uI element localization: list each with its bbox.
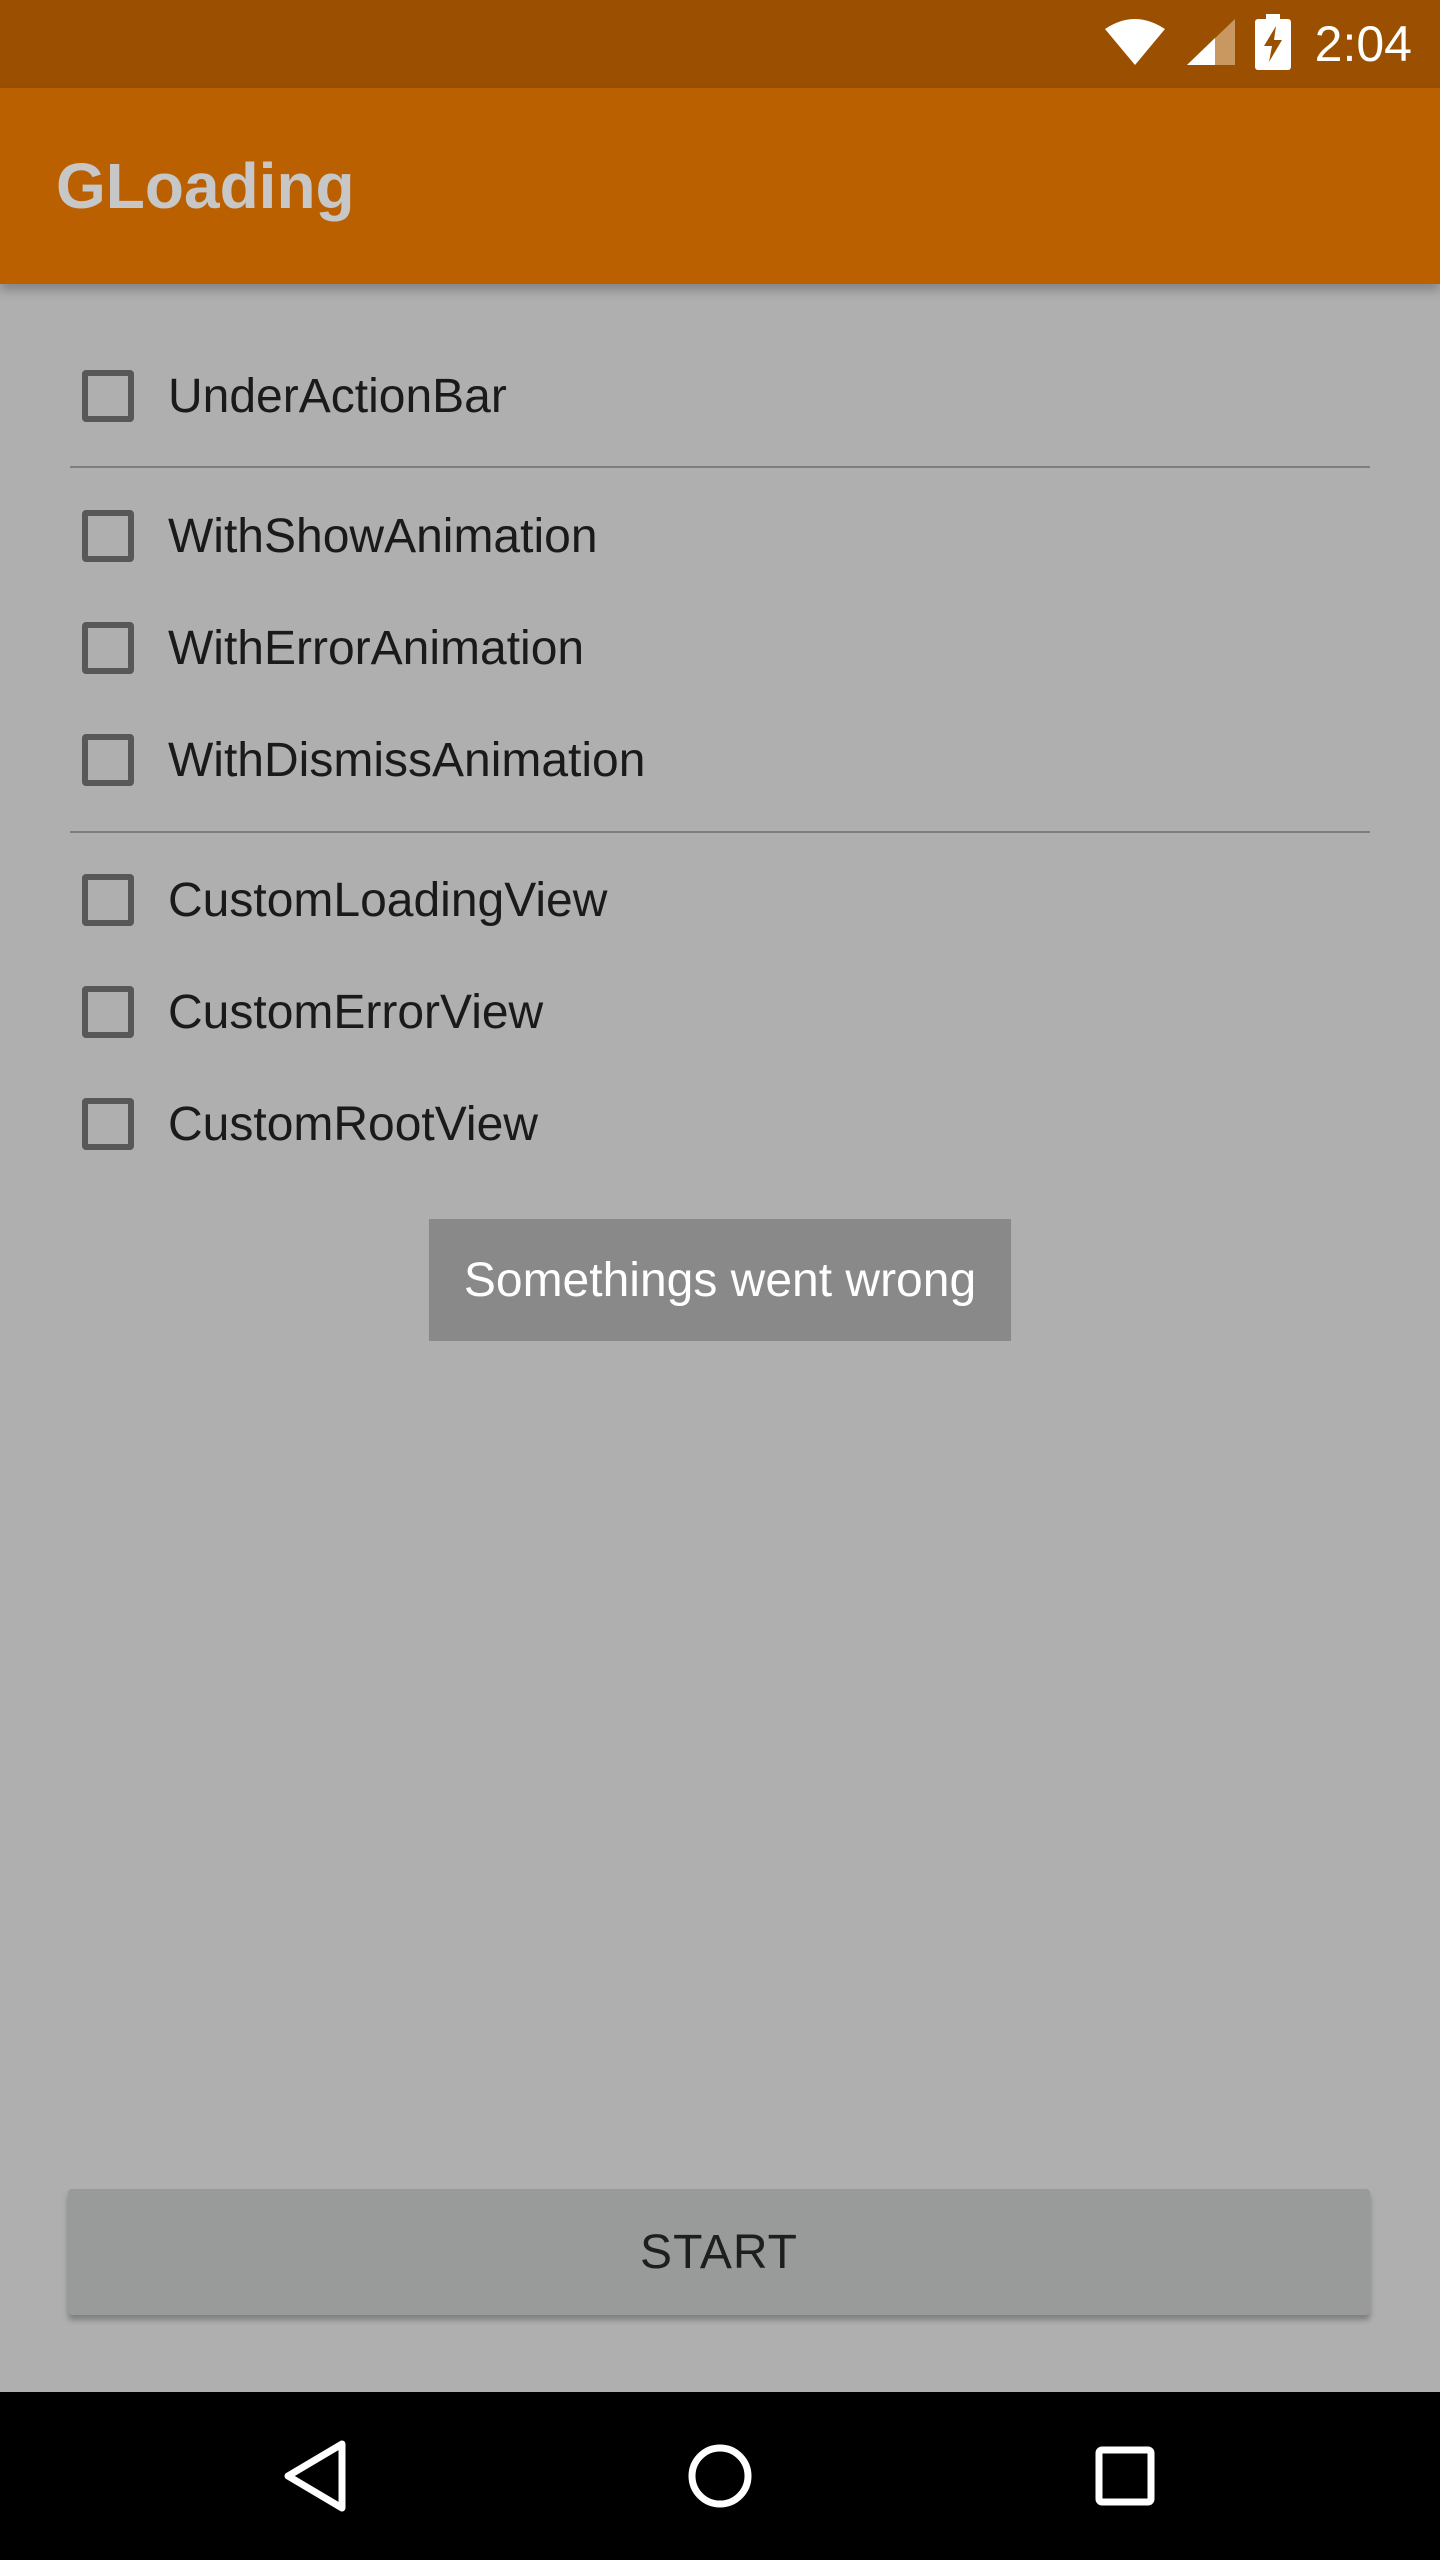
status-icons: 2:04 xyxy=(1103,0,1412,88)
option-label: WithErrorAnimation xyxy=(168,621,585,675)
screen: 2:04 GLoading UnderActionBar WithShowAni… xyxy=(0,0,1440,2560)
home-icon[interactable] xyxy=(670,2426,770,2526)
checkbox[interactable] xyxy=(82,510,134,562)
toolbar-title: GLoading xyxy=(56,150,355,222)
wifi-icon xyxy=(1103,17,1167,72)
option-under-action-bar[interactable]: UnderActionBar xyxy=(70,340,1370,452)
divider xyxy=(70,466,1370,468)
status-time: 2:04 xyxy=(1314,16,1412,72)
option-custom-error-view[interactable]: CustomErrorView xyxy=(70,956,1370,1068)
nav-bar xyxy=(0,2392,1440,2560)
checkbox[interactable] xyxy=(82,622,134,674)
back-icon[interactable] xyxy=(265,2426,365,2526)
checkbox[interactable] xyxy=(82,370,134,422)
option-label: CustomLoadingView xyxy=(168,873,608,927)
option-custom-root-view[interactable]: CustomRootView xyxy=(70,1068,1370,1180)
checkbox[interactable] xyxy=(82,1098,134,1150)
option-custom-loading-view[interactable]: CustomLoadingView xyxy=(70,844,1370,956)
option-label: CustomRootView xyxy=(168,1097,538,1151)
option-with-dismiss-animation[interactable]: WithDismissAnimation xyxy=(70,704,1370,816)
option-label: CustomErrorView xyxy=(168,985,544,1039)
divider xyxy=(70,831,1370,833)
option-with-show-animation[interactable]: WithShowAnimation xyxy=(70,480,1370,592)
checkbox[interactable] xyxy=(82,874,134,926)
option-label: WithShowAnimation xyxy=(168,509,598,563)
status-bar: 2:04 xyxy=(0,0,1440,88)
checkbox[interactable] xyxy=(82,986,134,1038)
battery-charging-icon xyxy=(1254,13,1291,75)
toast-message: Somethings went wrong xyxy=(429,1219,1011,1341)
option-label: WithDismissAnimation xyxy=(168,733,646,787)
toolbar: GLoading xyxy=(0,88,1440,284)
option-with-error-animation[interactable]: WithErrorAnimation xyxy=(70,592,1370,704)
option-label: UnderActionBar xyxy=(168,369,507,423)
recents-icon[interactable] xyxy=(1075,2426,1175,2526)
checkbox[interactable] xyxy=(82,734,134,786)
signal-icon xyxy=(1185,17,1237,72)
start-button[interactable]: START xyxy=(68,2189,1370,2315)
